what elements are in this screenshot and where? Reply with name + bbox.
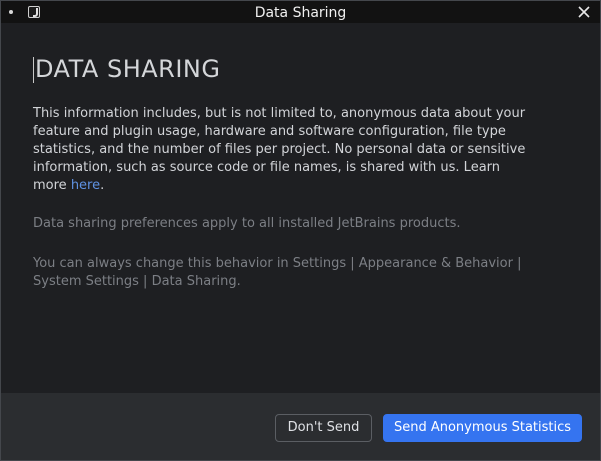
preferences-note: Data sharing preferences apply to all in… [33,216,461,231]
title-bar[interactable]: Data Sharing [1,1,600,23]
data-sharing-dialog: Data Sharing DATA SHARING This informati… [0,0,601,461]
dialog-content: DATA SHARING This information includes, … [1,23,600,393]
window-title: Data Sharing [254,5,347,21]
description-text: This information includes, but is not li… [33,106,526,193]
dont-send-button[interactable]: Don't Send [275,414,372,442]
close-icon[interactable] [576,4,592,20]
page-title: DATA SHARING [33,55,221,83]
dialog-footer: Don't Send Send Anonymous Statistics [1,393,600,460]
description-suffix: . [100,178,105,193]
settings-hint: You can always change this behavior in S… [33,256,522,289]
learn-more-link[interactable]: here [71,178,100,193]
description-paragraph: This information includes, but is not li… [33,105,533,195]
send-anonymous-statistics-button[interactable]: Send Anonymous Statistics [383,414,582,442]
